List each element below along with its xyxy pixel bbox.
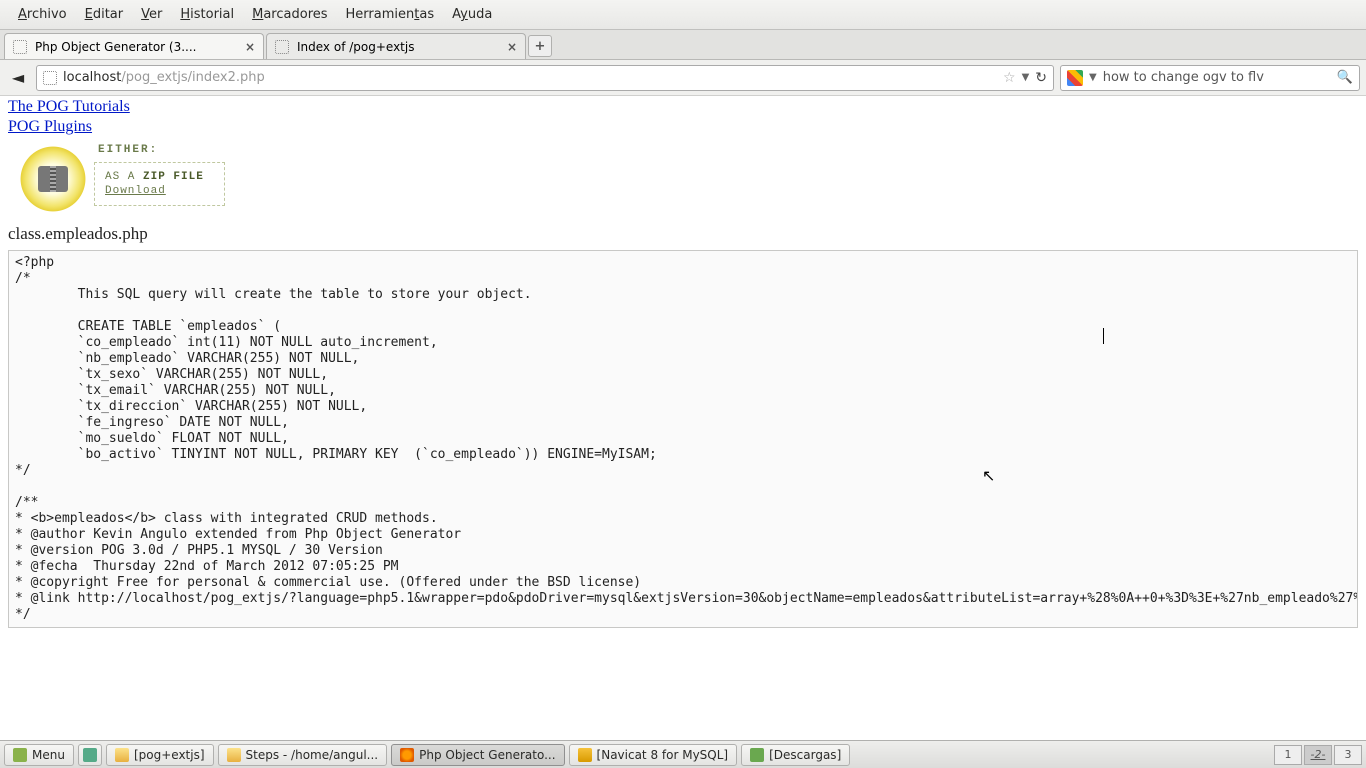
bookmark-star-icon[interactable]: ☆	[1003, 70, 1016, 86]
start-menu-button[interactable]: Menu	[4, 744, 74, 766]
url-text: localhost/pog_extjs/index2.php	[63, 70, 997, 85]
desktop-icon	[83, 748, 97, 762]
browser-tab[interactable]: Php Object Generator (3.... ×	[4, 33, 264, 59]
search-query: how to change ogv to flv	[1103, 70, 1331, 85]
nav-links: The POG Tutorials POG Plugins	[8, 98, 1358, 136]
taskbar-label: Steps - /home/angul...	[246, 748, 379, 762]
taskbar-window-button[interactable]: [pog+extjs]	[106, 744, 214, 766]
download-link[interactable]: Download	[105, 185, 204, 197]
site-identity-icon	[43, 71, 57, 85]
menu-label: Menu	[32, 748, 65, 762]
os-menubar: ArchivoEditarVerHistorialMarcadoresHerra…	[0, 0, 1366, 30]
reload-icon[interactable]: ↻	[1035, 70, 1047, 86]
taskbar-label: Php Object Generato...	[419, 748, 555, 762]
code-textarea[interactable]: <?php /* This SQL query will create the …	[8, 250, 1358, 628]
google-icon	[1067, 70, 1083, 86]
menu-editar[interactable]: Editar	[77, 3, 132, 26]
app-icon	[400, 748, 414, 762]
app-icon	[578, 748, 592, 762]
menu-ver[interactable]: Ver	[133, 3, 170, 26]
url-bar[interactable]: localhost/pog_extjs/index2.php ☆ ▼ ↻	[36, 65, 1054, 91]
tab-favicon	[13, 40, 27, 54]
menu-herramientas[interactable]: Herramientas	[338, 3, 443, 26]
workspace-switcher[interactable]: 3	[1334, 745, 1362, 765]
taskbar-label: [pog+extjs]	[134, 748, 205, 762]
back-button[interactable]: ◄	[6, 66, 30, 90]
browser-tab[interactable]: Index of /pog+extjs ×	[266, 33, 526, 59]
search-engine-dropdown-icon[interactable]: ▼	[1089, 72, 1097, 83]
search-bar[interactable]: ▼ how to change ogv to flv 🔍	[1060, 65, 1360, 91]
url-host: localhost	[63, 70, 121, 85]
taskbar-window-button[interactable]: [Descargas]	[741, 744, 850, 766]
page-viewport: The POG Tutorials POG Plugins EITHER: AS …	[0, 96, 1366, 740]
menu-archivo[interactable]: Archivo	[10, 3, 75, 26]
download-box: AS A ZIP FILE Download	[94, 162, 225, 206]
nav-link[interactable]: POG Plugins	[8, 118, 1358, 136]
url-dropdown-icon[interactable]: ▼	[1022, 72, 1030, 83]
file-title: class.empleados.php	[8, 224, 1358, 244]
url-path: /pog_extjs/index2.php	[121, 70, 264, 85]
taskbar-window-button[interactable]: Php Object Generato...	[391, 744, 564, 766]
os-taskbar: Menu [pog+extjs] Steps - /home/angul... Ph…	[0, 740, 1366, 768]
zip-prefix: AS A	[105, 171, 143, 183]
browser-navbar: ◄ localhost/pog_extjs/index2.php ☆ ▼ ↻ ▼…	[0, 60, 1366, 96]
app-icon	[750, 748, 764, 762]
tab-title: Index of /pog+extjs	[297, 40, 499, 54]
either-label: EITHER:	[98, 144, 225, 156]
menu-icon	[13, 748, 27, 762]
tab-close-icon[interactable]: ×	[245, 40, 255, 54]
nav-link[interactable]: The POG Tutorials	[8, 98, 1358, 116]
show-desktop-button[interactable]	[78, 744, 102, 766]
search-icon[interactable]: 🔍	[1337, 70, 1353, 85]
taskbar-window-button[interactable]: [Navicat 8 for MySQL]	[569, 744, 738, 766]
mouse-pointer-icon: ↖	[982, 466, 995, 485]
menu-historial[interactable]: Historial	[172, 3, 242, 26]
app-icon	[227, 748, 241, 762]
taskbar-window-button[interactable]: Steps - /home/angul...	[218, 744, 388, 766]
tab-favicon	[275, 40, 289, 54]
workspace-switcher[interactable]: -2-	[1304, 745, 1332, 765]
text-caret	[1103, 328, 1104, 344]
menu-marcadores[interactable]: Marcadores	[244, 3, 335, 26]
zip-label: ZIP FILE	[143, 171, 204, 183]
app-icon	[115, 748, 129, 762]
new-tab-button[interactable]: +	[528, 35, 552, 57]
download-section: EITHER: AS A ZIP FILE Download	[18, 144, 1358, 214]
tab-title: Php Object Generator (3....	[35, 40, 237, 54]
browser-tabstrip: Php Object Generator (3....×Index of /po…	[0, 30, 1366, 60]
taskbar-label: [Descargas]	[769, 748, 841, 762]
tab-close-icon[interactable]: ×	[507, 40, 517, 54]
menu-ayuda[interactable]: Ayuda	[444, 3, 500, 26]
taskbar-label: [Navicat 8 for MySQL]	[597, 748, 729, 762]
zip-sunburst-icon	[18, 144, 88, 214]
workspace-switcher[interactable]: 1	[1274, 745, 1302, 765]
